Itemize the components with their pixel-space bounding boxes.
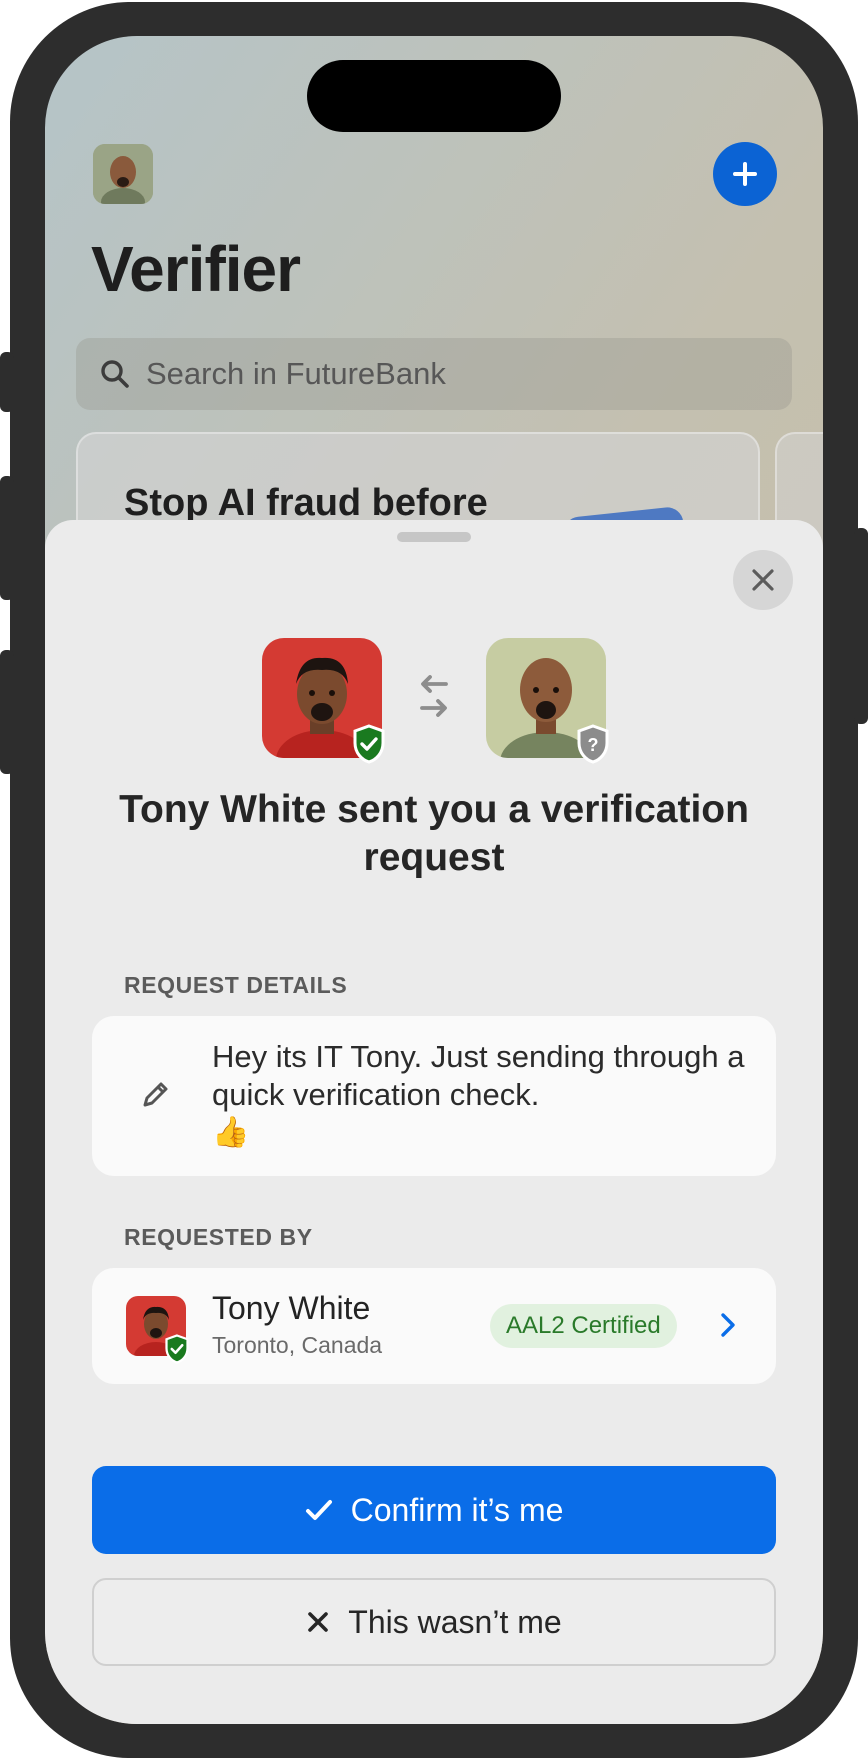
sheet-title: Tony White sent you a verification reque… [119, 788, 749, 879]
promo-title: Stop AI fraud before [124, 482, 488, 524]
confirm-button-label: Confirm it’s me [350, 1491, 564, 1528]
dynamic-island [307, 60, 561, 132]
verified-shield-icon [353, 724, 385, 764]
search-bar[interactable]: Search in FutureBank [76, 338, 792, 410]
verified-shield-icon [165, 1334, 189, 1364]
side-button-volume-up [0, 476, 14, 600]
pencil-icon [143, 1082, 168, 1107]
add-button[interactable] [713, 142, 777, 206]
deny-button-label: This wasn’t me [348, 1603, 562, 1640]
close-icon [308, 1612, 329, 1632]
confirm-button[interactable]: Confirm it’s me [92, 1466, 776, 1554]
unverified-shield-icon: ? [577, 724, 609, 764]
requested-by-label: REQUESTED BY [124, 1224, 313, 1250]
chevron-right-icon[interactable] [720, 1312, 736, 1338]
plus-icon [733, 162, 757, 186]
search-placeholder: Search in FutureBank [146, 356, 446, 391]
checkmark-icon [305, 1500, 332, 1520]
request-message: Hey its IT Tony. Just sending through a … [212, 1038, 752, 1152]
request-details-card: Hey its IT Tony. Just sending through a … [92, 1016, 776, 1176]
thumbs-up-emoji: 👍 [212, 1116, 250, 1149]
deny-button[interactable]: This wasn’t me [92, 1578, 776, 1666]
requester-location: Toronto, Canada [212, 1332, 383, 1358]
svg-text:?: ? [588, 735, 599, 755]
request-message-text: Hey its IT Tony. Just sending through a … [212, 1039, 745, 1112]
requested-by-card[interactable]: Tony White Toronto, Canada AAL2 Certifie… [92, 1268, 776, 1384]
swap-arrows-icon [420, 675, 448, 717]
page-title: Verifier [91, 233, 301, 305]
side-button-power [854, 528, 868, 724]
verification-sheet: ? Tony White sent you a verification req… [45, 520, 823, 1724]
close-button[interactable] [733, 550, 793, 610]
person-icon [93, 144, 153, 204]
request-details-label: REQUEST DETAILS [124, 972, 348, 998]
recipient-avatar: ? [486, 638, 609, 764]
search-icon [101, 360, 129, 388]
profile-avatar[interactable] [93, 144, 153, 204]
side-button-volume-down [0, 650, 14, 774]
phone-screen: Verifier Search in FutureBank Stop AI fr… [45, 36, 823, 1724]
requester-avatar [126, 1296, 189, 1364]
sheet-grabber[interactable] [397, 532, 471, 542]
requester-name: Tony White [212, 1290, 371, 1326]
sender-avatar [262, 638, 385, 764]
side-button-action [0, 352, 14, 412]
certification-badge: AAL2 Certified [490, 1304, 677, 1348]
close-icon [752, 569, 774, 591]
